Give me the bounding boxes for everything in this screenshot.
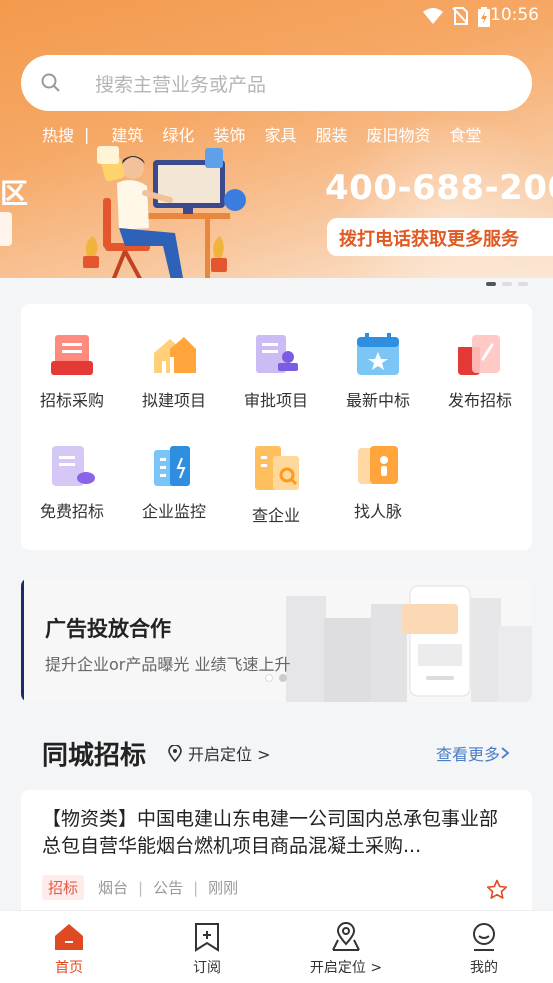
grid-label: 招标采购 [39, 391, 104, 410]
hot-search-label: 热搜 [42, 126, 75, 145]
subscribe-icon [195, 923, 219, 952]
listing-type: 公告 [153, 879, 184, 897]
grid-item-company-search[interactable]: 查企业 [225, 442, 327, 526]
grid-item-bid-purchase[interactable]: 招标采购 [21, 331, 123, 411]
grid-item-free-bid[interactable]: 免费招标 [21, 442, 123, 522]
location-icon [332, 922, 360, 951]
listing-city: 烟台 [98, 879, 129, 897]
grid-item-company-monitor[interactable]: 企业监控 [123, 442, 225, 522]
listing-time: 刚刚 [208, 879, 239, 897]
approval-project-icon [256, 335, 298, 373]
list-item[interactable]: 【物资类】中国电建山东电建一公司国内总承包事业部总包自营华能烟台燃机项目商品混凝… [21, 790, 532, 915]
call-button[interactable]: 拨打电话获取更多服务 [327, 218, 553, 256]
grid-item-publish-bid[interactable]: 发布招标 [429, 331, 531, 411]
top-banner[interactable]: 10:56 搜索主营业务或产品 热搜 | 建筑 绿化 装饰 家具 服装 废旧物资… [0, 0, 553, 278]
ad-dot-active [265, 674, 273, 682]
listing-title: 【物资类】中国电建山东电建一公司国内总承包事业部总包自营华能烟台燃机项目商品混凝… [42, 808, 499, 857]
nav-item-profile[interactable]: 我的 [424, 911, 544, 977]
ad-title: 广告投放合作 [45, 617, 171, 641]
grid-label: 免费招标 [39, 502, 104, 521]
grid-label: 审批项目 [243, 391, 308, 410]
hot-tag[interactable]: 服装 [315, 122, 347, 146]
office-worker-illustration [83, 146, 246, 278]
battery-icon [478, 7, 490, 27]
company-search-icon [255, 446, 299, 490]
section-title: 同城招标 [42, 741, 147, 771]
bottom-nav: 首页 订阅 开启定位 > 我的 [0, 910, 553, 983]
nav-item-home[interactable]: 首页 [9, 911, 129, 977]
banner-dot [502, 282, 512, 286]
call-button-label: 拨打电话获取更多服务 [339, 229, 519, 250]
grid-item-proposed-project[interactable]: 拟建项目 [123, 331, 225, 411]
nav-label: 我的 [470, 960, 498, 976]
nav-label: 订阅 [193, 960, 221, 976]
proposed-project-icon [154, 337, 196, 373]
grid-label: 企业监控 [141, 502, 206, 521]
banner-left-box [0, 212, 12, 246]
status-bar: 10:56 [0, 0, 553, 32]
home-icon [55, 924, 83, 950]
ad-dot [279, 674, 287, 682]
no-sim-icon [452, 7, 468, 25]
grid-item-find-contacts[interactable]: 找人脉 [327, 442, 429, 522]
banner-left-fragment: 区 [0, 177, 29, 210]
latest-award-icon [357, 333, 399, 375]
search-bar[interactable]: 搜索主营业务或产品 [21, 55, 532, 111]
search-placeholder: 搜索主营业务或产品 [95, 74, 267, 96]
find-contacts-icon [358, 446, 398, 484]
view-more-link[interactable]: 查看更多 [436, 741, 510, 765]
listing-meta: 招标 烟台 | 公告 | 刚刚 [42, 875, 238, 900]
city-skyline-illustration [286, 585, 532, 702]
ad-accent-bar [21, 578, 24, 702]
company-monitor-icon [154, 446, 190, 486]
grid-label: 最新中标 [345, 391, 410, 410]
free-bid-icon [52, 446, 95, 486]
banner-pagination [486, 282, 528, 286]
search-icon [41, 73, 60, 92]
grid-label: 拟建项目 [141, 391, 206, 410]
status-badge: 招标 [42, 875, 85, 900]
hot-tag[interactable]: 家具 [264, 122, 296, 146]
status-time: 10:56 [490, 5, 539, 25]
profile-icon [473, 923, 495, 951]
nav-item-location[interactable]: 开启定位 > [286, 911, 406, 977]
meta-separator: | [138, 878, 144, 897]
grid-label: 找人脉 [353, 502, 402, 521]
nav-label: 首页 [55, 960, 83, 976]
hot-tag[interactable]: 食堂 [450, 122, 482, 146]
ad-pagination [265, 674, 287, 682]
chevron-right-icon [501, 747, 510, 759]
feature-grid: 招标采购 拟建项目 审批项目 最新中标 发布招标 免费招标 企业监控 查企业 找… [21, 304, 532, 550]
favorite-star-icon[interactable] [486, 879, 508, 900]
ad-subtitle: 提升企业or产品曝光 业绩飞速上升 [45, 655, 291, 674]
publish-bid-icon [458, 335, 500, 375]
meta-separator: | [193, 878, 199, 897]
grid-item-latest-award[interactable]: 最新中标 [327, 331, 429, 411]
nav-item-subscribe[interactable]: 订阅 [147, 911, 267, 977]
enable-location-link[interactable]: 开启定位 > [168, 741, 271, 765]
ad-banner[interactable]: 广告投放合作 提升企业or产品曝光 业绩飞速上升 [21, 578, 532, 702]
banner-dot-active [486, 282, 496, 286]
grid-item-approval-project[interactable]: 审批项目 [225, 331, 327, 411]
grid-label: 查企业 [251, 506, 300, 525]
location-pin-icon [168, 744, 182, 762]
banner-dot [518, 282, 528, 286]
view-more-label: 查看更多 [436, 745, 501, 764]
banner-phone-number[interactable]: 400-688-2000 [325, 168, 553, 208]
bid-purchase-icon [51, 335, 93, 375]
nav-label: 开启定位 > [309, 960, 383, 976]
hot-tag[interactable]: 废旧物资 [366, 122, 430, 146]
wifi-icon [423, 8, 443, 24]
grid-label: 发布招标 [447, 391, 512, 410]
enable-location-label: 开启定位 > [188, 745, 271, 764]
